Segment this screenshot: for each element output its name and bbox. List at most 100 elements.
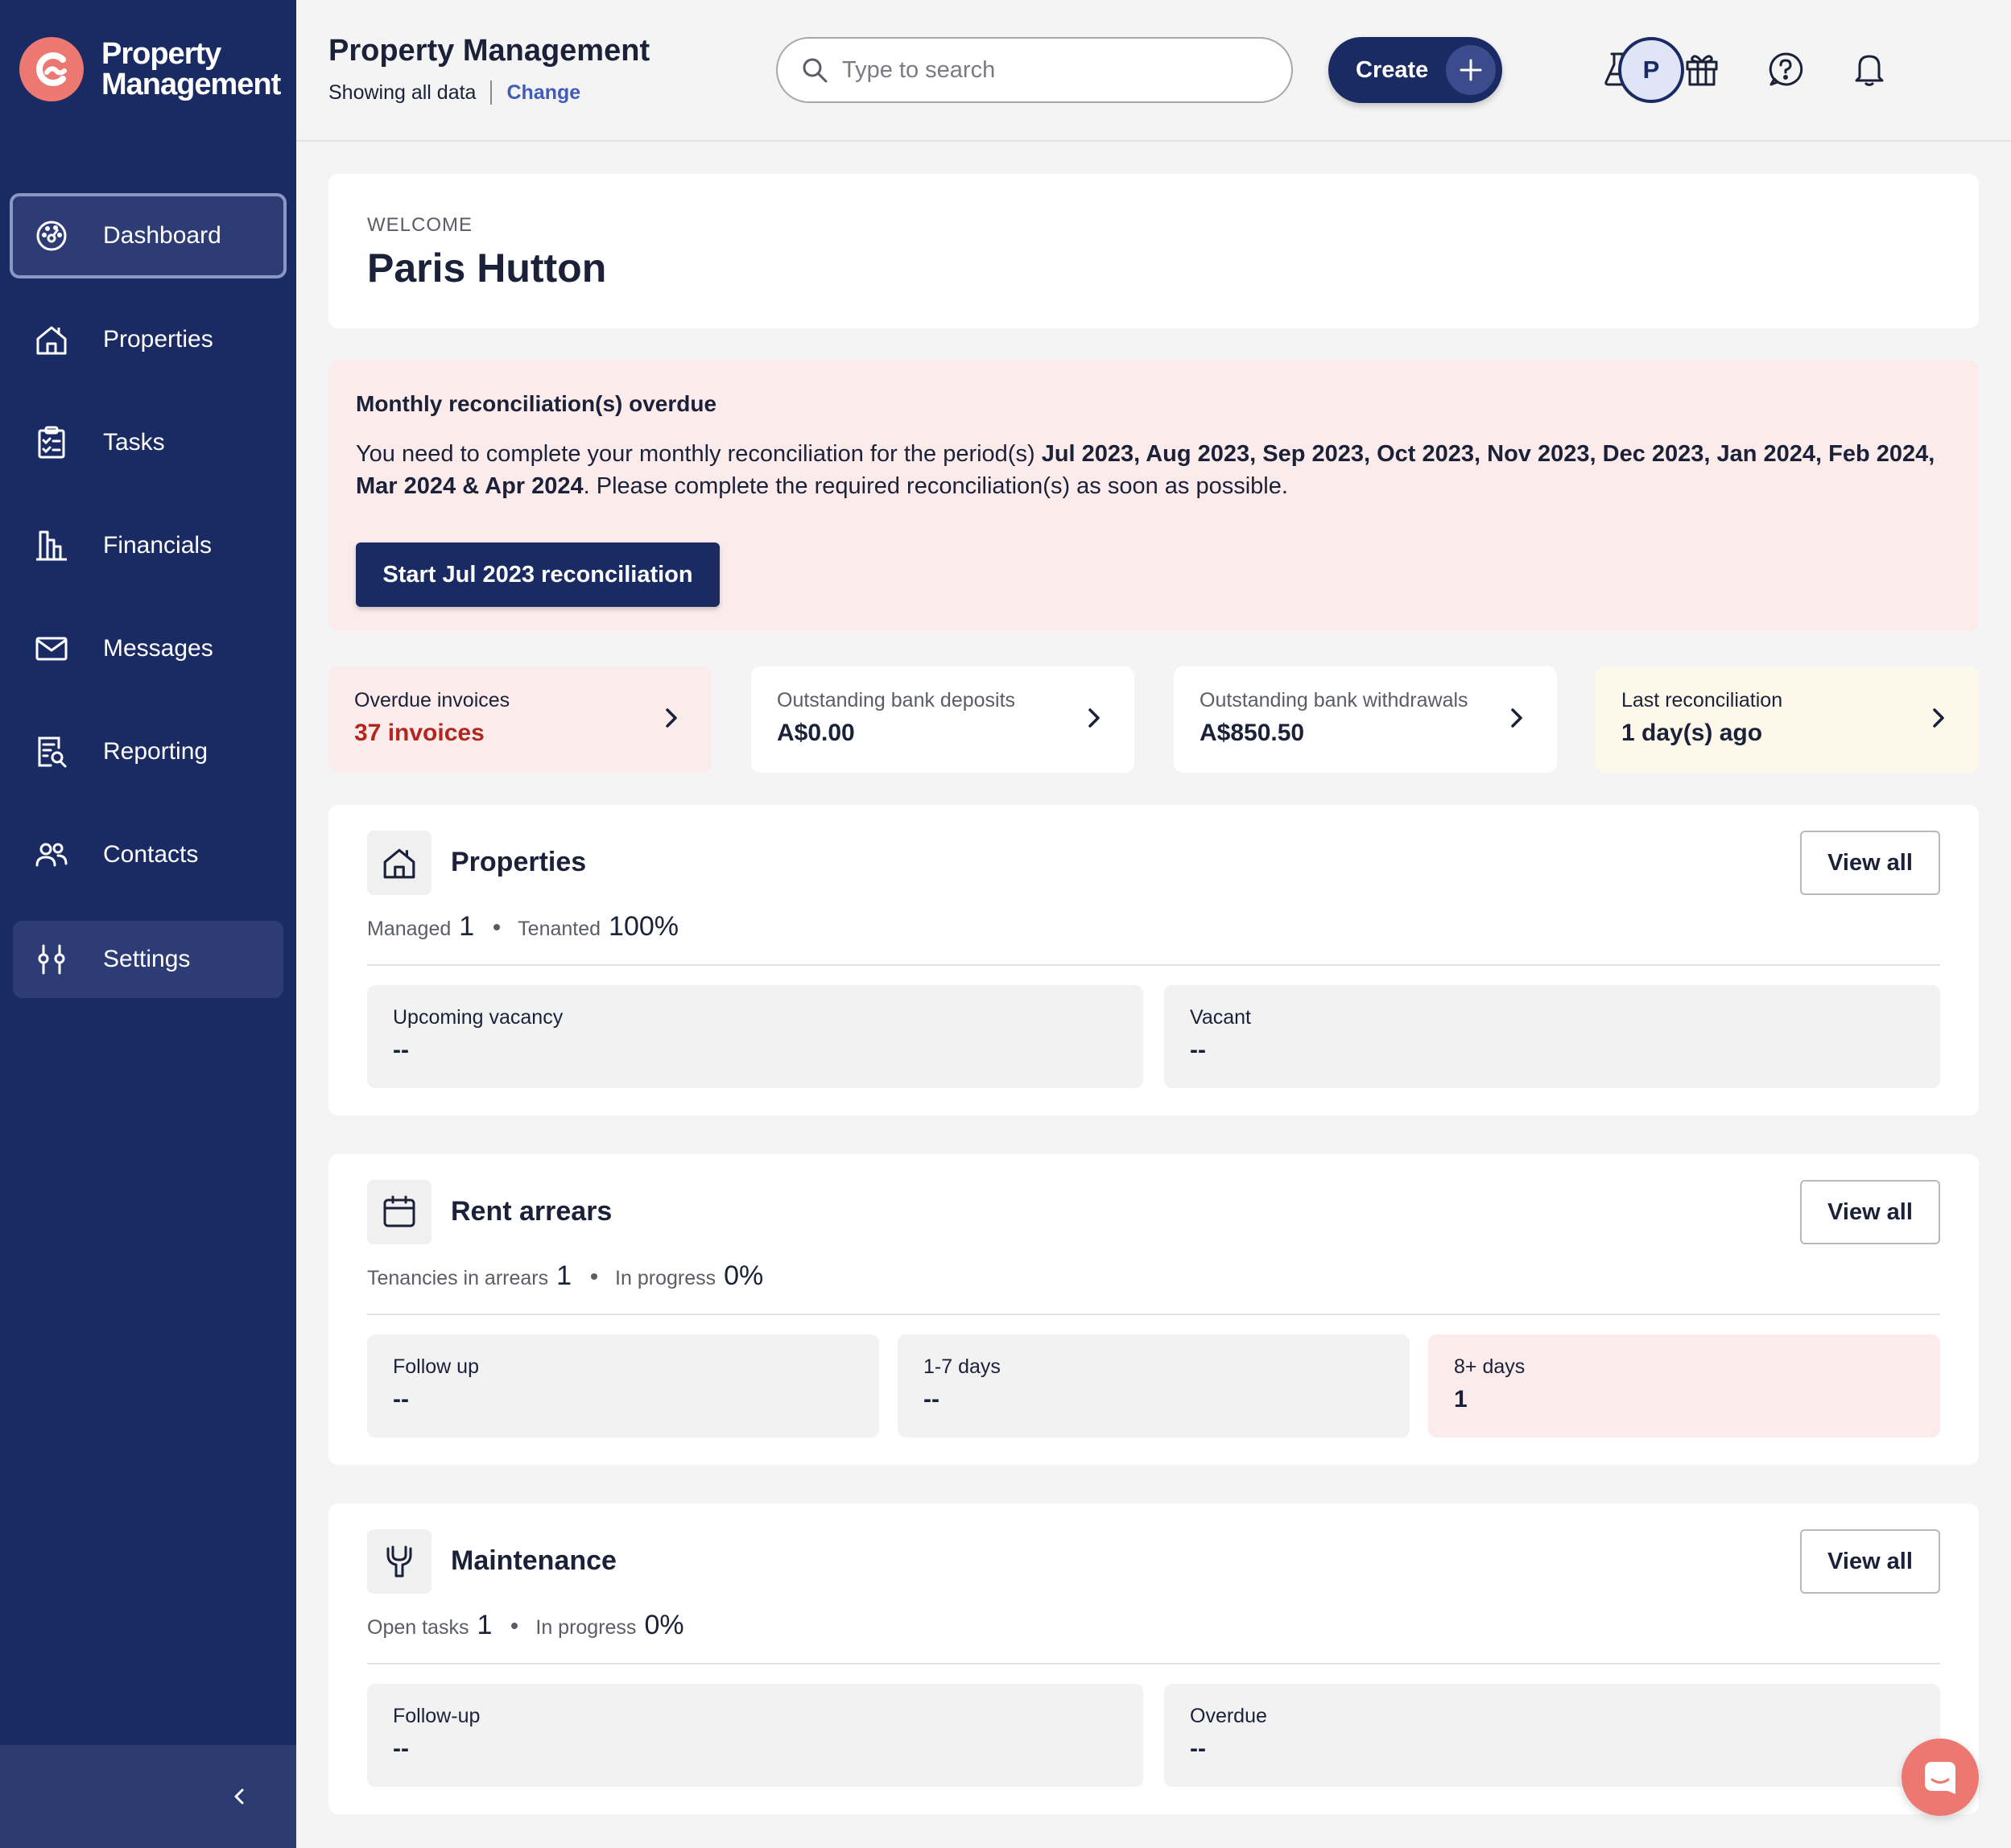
- mail-icon: [32, 629, 71, 668]
- metric-value: 1: [477, 1610, 493, 1640]
- view-all-properties-button[interactable]: View all: [1800, 831, 1940, 895]
- divider: [490, 80, 493, 105]
- chevron-right-icon: [1499, 700, 1534, 736]
- stat-value: 1 day(s) ago: [1621, 720, 1763, 746]
- sidebar-item-tasks[interactable]: Tasks: [13, 404, 283, 481]
- sidebar-item-label: Reporting: [103, 738, 209, 765]
- metric-label: In progress: [535, 1616, 637, 1639]
- separator-dot: [493, 923, 501, 930]
- chevron-right-icon: [654, 700, 689, 736]
- change-scope-link[interactable]: Change: [506, 81, 580, 105]
- welcome-label: WELCOME: [367, 214, 473, 236]
- metric-label: Tenanted: [518, 918, 601, 940]
- home-icon: [367, 831, 432, 895]
- chat-launcher-button[interactable]: [1902, 1739, 1979, 1816]
- data-scope: Showing all data Change: [328, 80, 580, 105]
- stat-label: Overdue invoices: [354, 689, 510, 712]
- search-icon: [799, 54, 831, 86]
- stat-overdue-invoices[interactable]: Overdue invoices 37 invoices: [328, 666, 712, 773]
- home-icon: [32, 320, 71, 359]
- view-all-maintenance-button[interactable]: View all: [1800, 1529, 1940, 1594]
- metric-value: 0%: [724, 1260, 764, 1291]
- view-all-arrears-button[interactable]: View all: [1800, 1180, 1940, 1244]
- properties-metrics: Managed 1 Tenanted 100%: [367, 911, 679, 943]
- rent-arrears-card: Rent arrears View all Tenancies in arrea…: [328, 1154, 1979, 1465]
- sidebar-item-label: Financials: [103, 532, 213, 559]
- tile-label: Upcoming vacancy: [393, 1006, 564, 1029]
- maintenance-metrics: Open tasks 1 In progress 0%: [367, 1610, 684, 1641]
- sidebar-item-settings[interactable]: Settings: [13, 921, 283, 998]
- dashboard-icon: [32, 217, 71, 255]
- page-title: Property Management: [328, 34, 650, 68]
- sliders-icon: [32, 940, 71, 979]
- tile-follow-up[interactable]: Follow-up --: [367, 1684, 1143, 1787]
- search-input[interactable]: [842, 56, 1261, 84]
- create-button[interactable]: Create: [1328, 37, 1502, 103]
- collapse-sidebar-button[interactable]: [216, 1772, 264, 1821]
- brand-name: Property Management: [101, 39, 281, 100]
- sidebar-item-contacts[interactable]: Contacts: [13, 816, 283, 893]
- sidebar-item-label: Dashboard: [103, 222, 221, 249]
- tile-label: Vacant: [1190, 1006, 1251, 1029]
- user-name: Paris Hutton: [367, 245, 607, 291]
- help-icon[interactable]: [1761, 45, 1810, 93]
- sidebar-item-financials[interactable]: Financials: [13, 507, 283, 584]
- tile-value: --: [393, 1386, 409, 1413]
- bar-chart-icon: [32, 526, 71, 565]
- sidebar-item-properties[interactable]: Properties: [13, 301, 283, 378]
- data-scope-label: Showing all data: [328, 80, 477, 104]
- tile-value: --: [923, 1386, 939, 1413]
- avatar[interactable]: P: [1618, 37, 1684, 103]
- metric-label: Managed: [367, 918, 452, 940]
- tile-label: 1-7 days: [923, 1355, 1001, 1378]
- stat-label: Last reconciliation: [1621, 689, 1783, 712]
- brand[interactable]: Property Management: [19, 37, 281, 101]
- alert-body: You need to complete your monthly reconc…: [356, 438, 1958, 502]
- stat-outstanding-withdrawals[interactable]: Outstanding bank withdrawals A$850.50: [1174, 666, 1557, 773]
- sidebar-item-label: Contacts: [103, 841, 199, 868]
- top-header: Property Management Showing all data Cha…: [296, 0, 2011, 142]
- sidebar-item-reporting[interactable]: Reporting: [13, 713, 283, 790]
- alert-body-suffix: . Please complete the required reconcili…: [583, 473, 1288, 499]
- stat-label: Outstanding bank deposits: [777, 689, 1016, 712]
- chevron-left-icon: [234, 1788, 244, 1805]
- wrench-icon: [367, 1529, 432, 1594]
- tile-label: 8+ days: [1454, 1355, 1526, 1378]
- sidebar-item-messages[interactable]: Messages: [13, 610, 283, 687]
- tile-value: --: [1190, 1735, 1206, 1762]
- reconciliation-alert: Monthly reconciliation(s) overdue You ne…: [328, 361, 1979, 631]
- sidebar-item-dashboard[interactable]: Dashboard: [10, 193, 287, 278]
- maintenance-card: Maintenance View all Open tasks 1 In pro…: [328, 1504, 1979, 1814]
- chat-icon: [1925, 1762, 1955, 1794]
- tile-8-plus-days[interactable]: 8+ days 1: [1428, 1334, 1940, 1438]
- create-button-label: Create: [1356, 56, 1429, 83]
- start-reconciliation-button[interactable]: Start Jul 2023 reconciliation: [356, 542, 720, 607]
- gift-icon[interactable]: [1678, 45, 1726, 93]
- tile-value: --: [393, 1037, 409, 1063]
- tile-label: Follow-up: [393, 1705, 481, 1727]
- metric-value: 1: [459, 911, 475, 942]
- welcome-card: WELCOME Paris Hutton: [328, 174, 1979, 328]
- tile-overdue[interactable]: Overdue --: [1164, 1684, 1940, 1787]
- sidebar-item-label: Settings: [103, 946, 191, 972]
- sidebar-footer: [0, 1745, 296, 1848]
- search-bar[interactable]: [776, 37, 1293, 103]
- tile-value: --: [1190, 1037, 1206, 1063]
- section-title: Maintenance: [451, 1545, 617, 1576]
- calendar-icon: [367, 1180, 432, 1244]
- stat-last-reconciliation[interactable]: Last reconciliation 1 day(s) ago: [1596, 666, 1979, 773]
- stat-value: 37 invoices: [354, 720, 485, 746]
- separator-dot: [511, 1622, 518, 1629]
- stat-label: Outstanding bank withdrawals: [1200, 689, 1468, 712]
- stat-outstanding-deposits[interactable]: Outstanding bank deposits A$0.00: [751, 666, 1134, 773]
- tile-follow-up[interactable]: Follow up --: [367, 1334, 879, 1438]
- tile-upcoming-vacancy[interactable]: Upcoming vacancy --: [367, 985, 1143, 1088]
- separator-dot: [591, 1273, 598, 1280]
- tile-vacant[interactable]: Vacant --: [1164, 985, 1940, 1088]
- tile-1-7-days[interactable]: 1-7 days --: [898, 1334, 1410, 1438]
- sidebar: Property Management Dashboard Properties…: [0, 0, 296, 1848]
- tile-value: --: [393, 1735, 409, 1762]
- sidebar-item-label: Tasks: [103, 429, 165, 456]
- divider: [367, 964, 1940, 966]
- bell-icon[interactable]: [1845, 45, 1893, 93]
